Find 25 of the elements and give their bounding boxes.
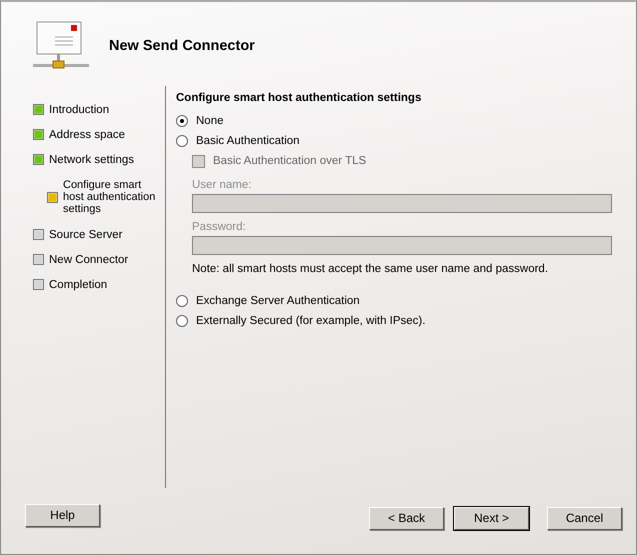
- back-button[interactable]: < Back: [369, 506, 444, 530]
- window-title: New Send Connector: [109, 38, 255, 54]
- radio-option[interactable]: Externally Secured (for example, with IPsec).: [176, 311, 612, 331]
- step-label: Completion: [49, 278, 108, 290]
- field-label: Password:: [191, 221, 247, 233]
- step-label: Address space: [49, 128, 126, 140]
- step-label: New Connector: [49, 254, 128, 266]
- next-button[interactable]: Next >: [454, 506, 529, 530]
- step-label: Configure smart host authentication settings: [63, 179, 156, 215]
- step-label: Network settings: [49, 154, 134, 166]
- cancel-button[interactable]: Cancel: [547, 506, 622, 530]
- radio-option[interactable]: None: [176, 111, 612, 131]
- step-label: Introduction: [49, 104, 110, 116]
- radio-option[interactable]: Basic Authentication: [176, 131, 612, 151]
- note-text: Note: all smart hosts must accept the same user name and password.: [191, 263, 550, 277]
- help-button[interactable]: Help: [25, 504, 100, 526]
- radio-option[interactable]: Exchange Server Authentication: [176, 291, 612, 311]
- radio-button[interactable]: [176, 315, 188, 327]
- connector-envelope-icon: [31, 21, 91, 71]
- field-label: User name:: [191, 179, 252, 191]
- radio-button[interactable]: [176, 135, 188, 147]
- radio-button[interactable]: [176, 115, 188, 127]
- section-heading: Configure smart host authentication settings: [176, 92, 422, 104]
- radio-button[interactable]: [176, 295, 188, 307]
- step-label: Source Server: [49, 228, 123, 240]
